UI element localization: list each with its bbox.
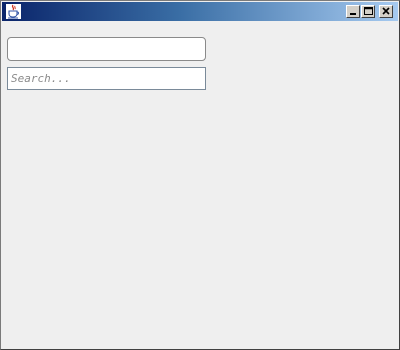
maximize-icon (364, 7, 373, 15)
minimize-icon (350, 13, 356, 15)
minimize-button[interactable] (346, 5, 360, 18)
maximize-button[interactable] (361, 5, 375, 18)
close-button[interactable] (379, 5, 393, 18)
title-bar[interactable] (2, 2, 398, 21)
close-icon (382, 7, 390, 15)
search-input[interactable] (7, 67, 206, 90)
java-cup-icon[interactable] (6, 4, 21, 19)
text-field[interactable] (7, 37, 206, 61)
